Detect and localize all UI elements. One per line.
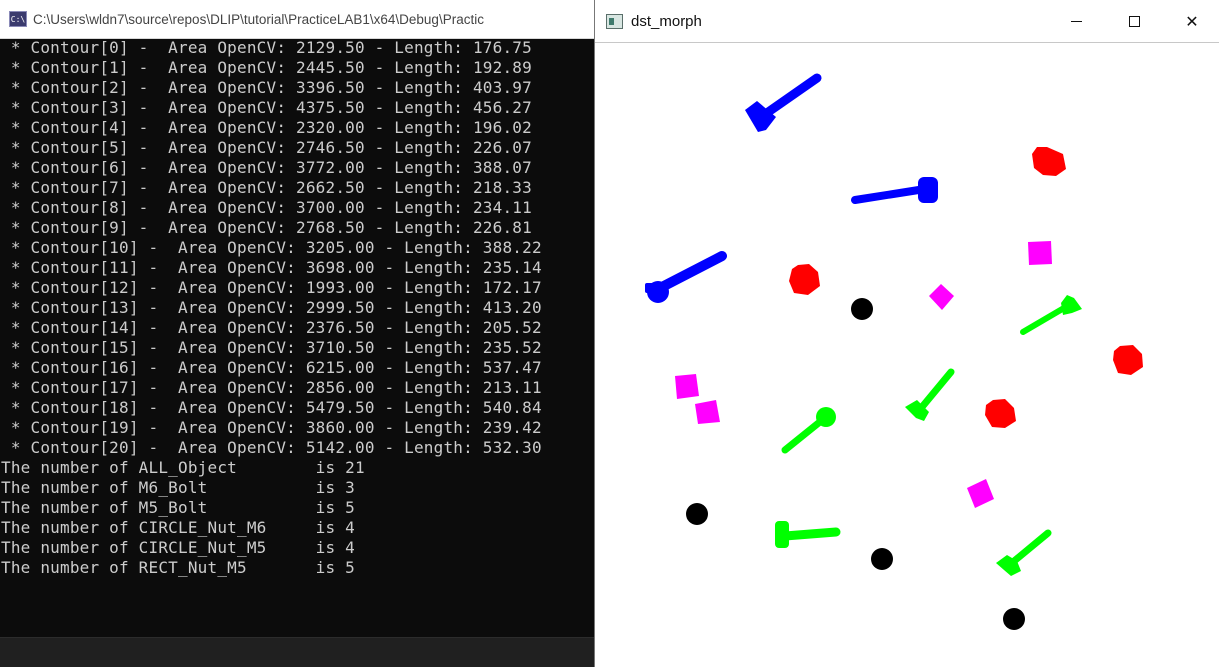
console-line: * Contour[14] - Area OpenCV: 2376.50 - L… <box>1 318 542 337</box>
circle-nut-m6-shape <box>985 399 1016 428</box>
console-line: * Contour[19] - Area OpenCV: 3860.00 - L… <box>1 418 542 437</box>
console-line: * Contour[15] - Area OpenCV: 3710.50 - L… <box>1 338 542 357</box>
circle-nut-m5-shape <box>686 503 708 525</box>
image-window: dst_morph ✕ <box>594 0 1219 667</box>
console-line: * Contour[1] - Area OpenCV: 2445.50 - Le… <box>1 58 532 77</box>
console-line: * Contour[0] - Area OpenCV: 2129.50 - Le… <box>1 38 532 57</box>
image-window-icon <box>606 13 623 29</box>
console-line: * Contour[16] - Area OpenCV: 6215.00 - L… <box>1 358 542 377</box>
console-titlebar[interactable]: C:\ C:\Users\wldn7\source\repos\DLIP\tut… <box>0 0 594 39</box>
console-icon: C:\ <box>9 11 27 27</box>
rect-nut-m5-shape <box>675 374 699 399</box>
morph-canvas <box>645 73 1143 630</box>
m5-bolt-shape <box>1020 295 1082 335</box>
console-line: * Contour[9] - Area OpenCV: 2768.50 - Le… <box>1 218 532 237</box>
close-icon: ✕ <box>1185 11 1199 31</box>
console-window: C:\ C:\Users\wldn7\source\repos\DLIP\tut… <box>0 0 594 667</box>
rect-nut-m5-shape <box>695 400 720 424</box>
circle-nut-m5-shape <box>1003 608 1025 630</box>
dst-morph-image <box>595 43 1219 667</box>
console-line: The number of ALL_Object is 21 <box>1 458 365 477</box>
image-window-title: dst_morph <box>631 12 702 30</box>
circle-nut-m5-shape <box>871 548 893 570</box>
m5-bolt-shape <box>775 521 841 548</box>
console-line: * Contour[17] - Area OpenCV: 2856.00 - L… <box>1 378 542 397</box>
maximize-button[interactable] <box>1105 0 1163 42</box>
m6-bolt-shape <box>645 251 727 303</box>
m6-bolt-shape <box>745 73 822 132</box>
console-line: * Contour[10] - Area OpenCV: 3205.00 - L… <box>1 238 542 257</box>
close-button[interactable]: ✕ <box>1163 0 1219 42</box>
image-window-titlebar[interactable]: dst_morph ✕ <box>595 0 1219 43</box>
rect-nut-m5-shape <box>967 479 994 508</box>
m6-bolt-shape <box>851 177 938 204</box>
circle-nut-m6-shape <box>1113 345 1143 375</box>
maximize-icon <box>1128 15 1140 27</box>
console-line: * Contour[11] - Area OpenCV: 3698.00 - L… <box>1 258 542 277</box>
console-line: * Contour[8] - Area OpenCV: 3700.00 - Le… <box>1 198 532 217</box>
console-line: The number of RECT_Nut_M5 is 5 <box>1 558 355 577</box>
rect-nut-m5-shape <box>1028 241 1052 265</box>
console-line: The number of CIRCLE_Nut_M6 is 4 <box>1 518 355 537</box>
console-status-strip <box>0 637 594 667</box>
circle-nut-m5-shape <box>851 298 873 320</box>
console-line: The number of CIRCLE_Nut_M5 is 4 <box>1 538 355 557</box>
console-line: The number of M5_Bolt is 5 <box>1 498 355 517</box>
console-title: C:\Users\wldn7\source\repos\DLIP\tutoria… <box>33 11 484 27</box>
console-output: * Contour[0] - Area OpenCV: 2129.50 - Le… <box>1 38 594 578</box>
console-line: * Contour[20] - Area OpenCV: 5142.00 - L… <box>1 438 542 457</box>
console-line: * Contour[7] - Area OpenCV: 2662.50 - Le… <box>1 178 532 197</box>
circle-nut-m6-shape <box>1032 147 1066 176</box>
m5-bolt-shape <box>905 368 955 421</box>
console-line: * Contour[18] - Area OpenCV: 5479.50 - L… <box>1 398 542 417</box>
console-line: The number of M6_Bolt is 3 <box>1 478 355 497</box>
minimize-icon <box>1070 20 1082 22</box>
console-line: * Contour[12] - Area OpenCV: 1993.00 - L… <box>1 278 542 297</box>
console-line: * Contour[5] - Area OpenCV: 2746.50 - Le… <box>1 138 532 157</box>
m5-bolt-shape <box>781 407 836 454</box>
minimize-button[interactable] <box>1047 0 1105 42</box>
console-line: * Contour[6] - Area OpenCV: 3772.00 - Le… <box>1 158 532 177</box>
console-line: * Contour[3] - Area OpenCV: 4375.50 - Le… <box>1 98 532 117</box>
console-line: * Contour[13] - Area OpenCV: 2999.50 - L… <box>1 298 542 317</box>
m5-bolt-shape <box>996 529 1052 576</box>
console-line: * Contour[2] - Area OpenCV: 3396.50 - Le… <box>1 78 532 97</box>
circle-nut-m6-shape <box>789 264 820 295</box>
console-line: * Contour[4] - Area OpenCV: 2320.00 - Le… <box>1 118 532 137</box>
rect-nut-m5-shape <box>929 284 954 310</box>
